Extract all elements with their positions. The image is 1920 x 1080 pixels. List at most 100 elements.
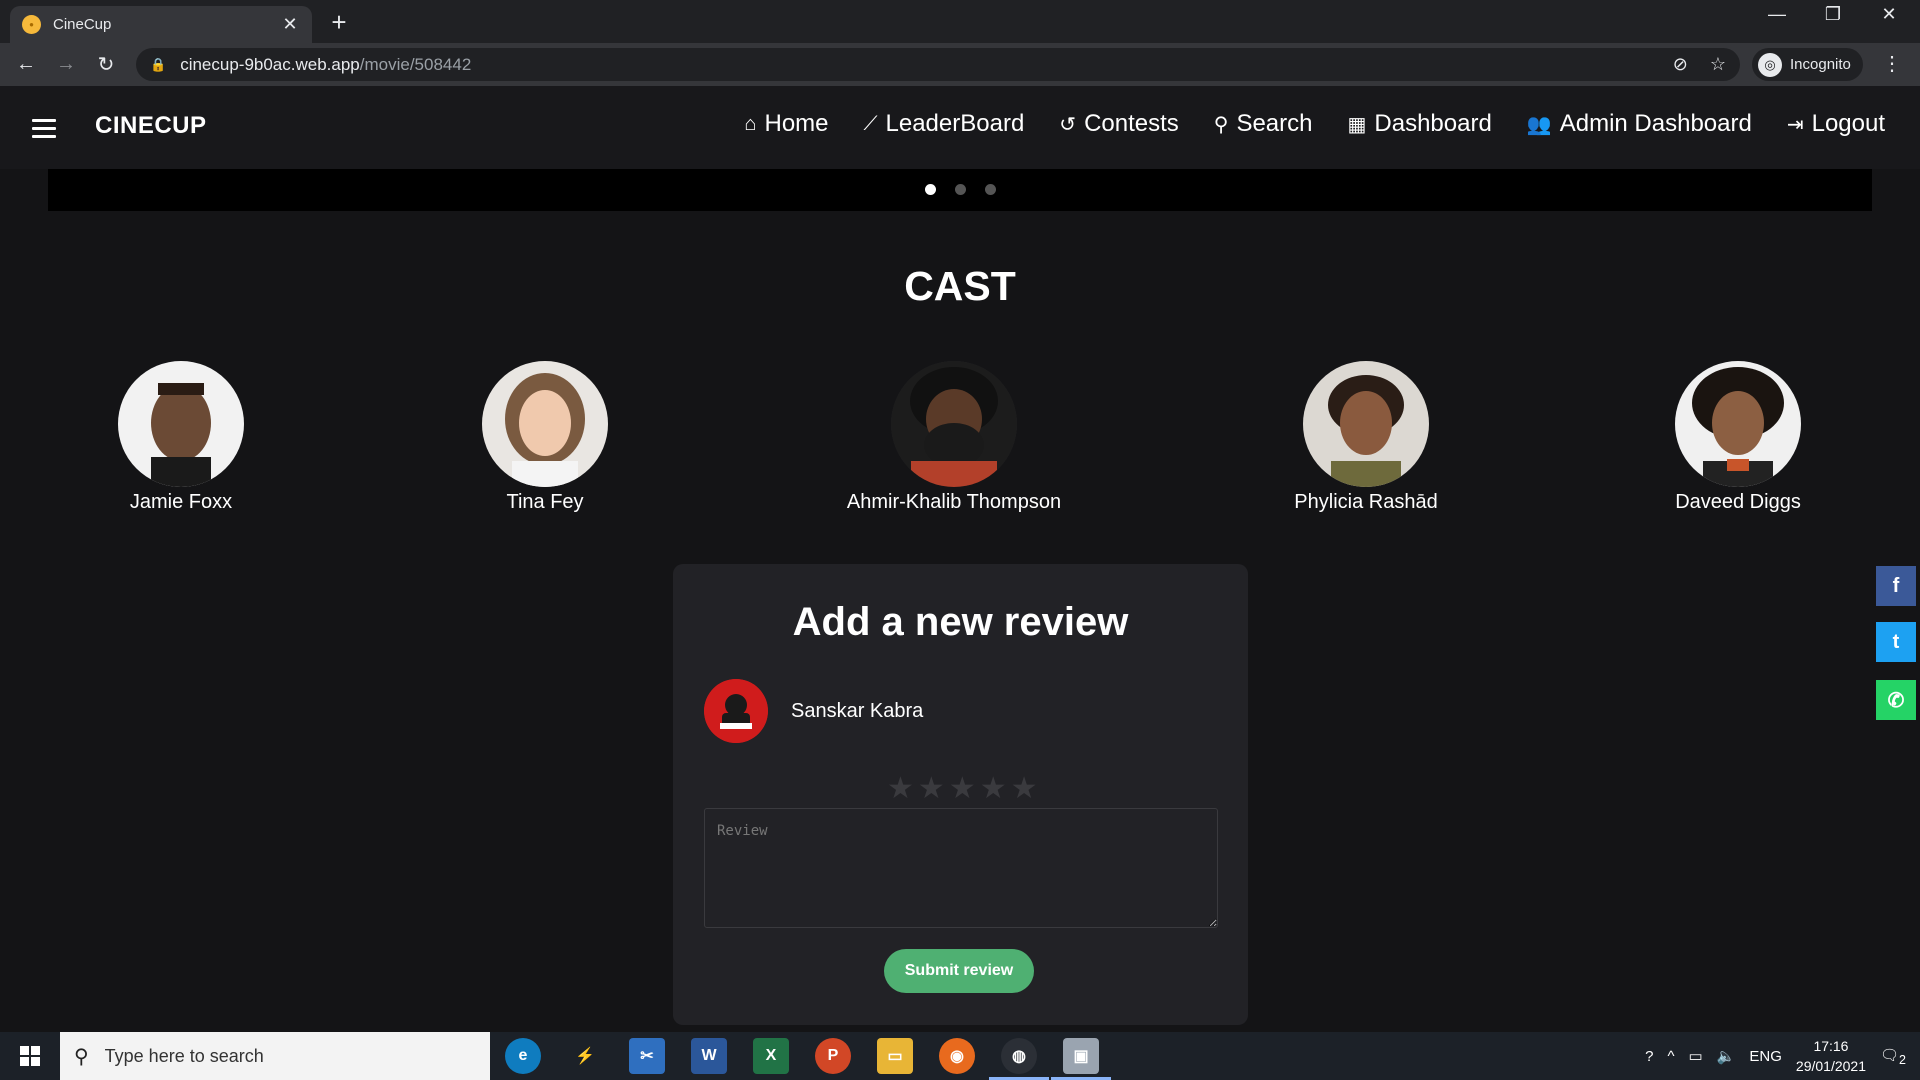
url-bar[interactable]: 🔒 cinecup-9b0ac.web.app/movie/508442 ⊘ ☆	[136, 48, 1740, 81]
windows-logo-icon	[20, 1046, 40, 1066]
language-indicator[interactable]: ENG	[1749, 1048, 1782, 1065]
incognito-label: Incognito	[1790, 56, 1851, 73]
nav-link-label: Search	[1236, 110, 1313, 137]
app-navbar: CINECUP ⌂ Home ⟋ LeaderBoard ↺ Contests ⚲ Searc…	[0, 86, 1920, 169]
chrome-icon[interactable]: ◍	[1001, 1038, 1037, 1074]
user-avatar	[704, 679, 768, 743]
clock-time: 17:16	[1813, 1038, 1849, 1054]
url-host: cinecup-9b0ac.web.app	[180, 54, 360, 74]
help-icon[interactable]: ?	[1645, 1048, 1653, 1065]
address-bar-row: ← → ↻ 🔒 cinecup-9b0ac.web.app/movie/5084…	[0, 43, 1920, 86]
history-icon: ↺	[1059, 113, 1077, 136]
nav-link-admin-dashboard[interactable]: 👥 Admin Dashboard	[1527, 110, 1752, 138]
nav-link-label: Logout	[1811, 110, 1885, 137]
close-window-icon[interactable]: ✕	[1864, 4, 1914, 25]
whatsapp-share-icon[interactable]: ✆	[1876, 680, 1916, 720]
new-tab-button[interactable]: +	[325, 7, 353, 38]
submit-review-button[interactable]: Submit review	[884, 949, 1034, 993]
search-icon: ⚲	[74, 1045, 89, 1068]
cast-photo	[891, 361, 1017, 487]
star-rating[interactable]: ★ ★ ★ ★ ★	[887, 774, 1038, 804]
cast-member[interactable]: Ahmir-Khalib Thompson	[804, 361, 1104, 514]
nav-link-label: Contests	[1084, 110, 1179, 137]
file-explorer-icon[interactable]: ▭	[877, 1038, 913, 1074]
cast-photo	[482, 361, 608, 487]
trending-icon: ⟋	[863, 112, 878, 135]
star-icon[interactable]: ★	[1011, 774, 1038, 804]
lock-icon: 🔒	[150, 56, 167, 72]
notification-icon[interactable]: 🗨2	[1880, 1046, 1906, 1067]
nav-link-leaderboard[interactable]: ⟋ LeaderBoard	[864, 110, 1025, 138]
nav-link-label: Dashboard	[1374, 110, 1492, 137]
star-icon[interactable]: ★	[887, 774, 914, 804]
battery-icon[interactable]: ▭	[1689, 1047, 1703, 1065]
cast-name: Jamie Foxx	[129, 491, 233, 513]
start-button[interactable]	[0, 1032, 60, 1080]
word-icon[interactable]: W	[691, 1038, 727, 1074]
nav-link-dashboard[interactable]: ▦ Dashboard	[1347, 110, 1491, 138]
taskbar-search-box[interactable]: ⚲ Type here to search	[60, 1032, 490, 1080]
hamburger-menu-icon[interactable]	[32, 119, 56, 143]
powerpoint-icon[interactable]: P	[815, 1038, 851, 1074]
url-path: /movie/508442	[359, 54, 472, 74]
nav-link-logout[interactable]: ⇥ Logout	[1787, 110, 1885, 138]
clock-date: 29/01/2021	[1795, 1058, 1866, 1074]
nav-link-search[interactable]: ⚲ Search	[1214, 110, 1313, 138]
tab-close-icon[interactable]: ✕	[280, 14, 300, 35]
system-tray: ? ^ ▭ 🔈 ENG 17:16 29/01/2021 🗨2	[1645, 1032, 1920, 1080]
eye-off-icon[interactable]: ⊘	[1673, 54, 1688, 75]
excel-icon[interactable]: X	[753, 1038, 789, 1074]
carousel-dot[interactable]	[925, 184, 936, 195]
review-card-title: Add a new review	[792, 600, 1129, 644]
cast-member[interactable]: Phylicia Rashād	[1216, 361, 1516, 514]
cast-heading: CAST	[904, 263, 1016, 309]
star-icon[interactable]: ★	[980, 774, 1007, 804]
incognito-icon: ◎	[1758, 52, 1782, 77]
cast-member[interactable]: Daveed Diggs	[1588, 361, 1888, 514]
edge-icon[interactable]: e	[505, 1038, 541, 1074]
nav-link-label: Admin Dashboard	[1559, 110, 1752, 137]
remote-desktop-icon[interactable]: ▣	[1063, 1038, 1099, 1074]
minimize-icon[interactable]: —	[1752, 4, 1802, 25]
back-icon[interactable]: ←	[6, 53, 46, 76]
snipping-tool-icon[interactable]: ✂	[629, 1038, 665, 1074]
home-icon: ⌂	[744, 112, 757, 135]
twitter-share-icon[interactable]: t	[1876, 622, 1916, 662]
hero-carousel	[48, 169, 1872, 211]
carousel-dot[interactable]	[985, 184, 996, 195]
browser-menu-icon[interactable]: ⋮	[1882, 51, 1902, 76]
reload-icon[interactable]: ↻	[86, 52, 126, 77]
cast-member[interactable]: Jamie Foxx	[31, 361, 331, 514]
notification-count: 2	[1899, 1052, 1906, 1067]
add-review-card: Add a new review Sanskar Kabra ★ ★ ★ ★ ★…	[673, 564, 1248, 1025]
carousel-dot[interactable]	[955, 184, 966, 195]
cast-name: Phylicia Rashād	[1294, 491, 1438, 513]
restore-icon[interactable]: ❐	[1808, 4, 1858, 25]
firefox-icon[interactable]: ◉	[939, 1038, 975, 1074]
star-icon[interactable]: ★	[918, 774, 945, 804]
facebook-share-icon[interactable]: f	[1876, 566, 1916, 606]
cast-photo	[118, 361, 244, 487]
bookmark-star-icon[interactable]: ☆	[1710, 54, 1726, 75]
nav-link-home[interactable]: ⌂ Home	[744, 110, 828, 138]
reviewer-name: Sanskar Kabra	[791, 700, 924, 722]
star-icon[interactable]: ★	[949, 774, 976, 804]
brand-logo[interactable]: CINECUP	[95, 112, 207, 140]
review-textarea[interactable]	[704, 808, 1218, 928]
volume-icon[interactable]: 🔈	[1717, 1047, 1736, 1065]
app-bolt-icon[interactable]: ⚡	[567, 1038, 603, 1074]
cast-name: Tina Fey	[506, 491, 584, 513]
cast-photo	[1303, 361, 1429, 487]
cast-photo	[1675, 361, 1801, 487]
nav-link-label: LeaderBoard	[885, 110, 1025, 137]
browser-tab-bar: ● CineCup ✕ + — ❐ ✕	[0, 0, 1920, 43]
clock[interactable]: 17:16 29/01/2021	[1796, 1036, 1866, 1076]
browser-tab[interactable]: ● CineCup ✕	[10, 6, 312, 43]
nav-link-contests[interactable]: ↺ Contests	[1059, 110, 1178, 138]
taskbar-search-placeholder: Type here to search	[104, 1045, 264, 1066]
incognito-profile-button[interactable]: ◎ Incognito	[1752, 48, 1863, 81]
chevron-up-icon[interactable]: ^	[1667, 1048, 1674, 1065]
cast-member[interactable]: Tina Fey	[395, 361, 695, 514]
people-icon: 👥	[1526, 113, 1552, 136]
forward-icon[interactable]: →	[46, 53, 86, 76]
